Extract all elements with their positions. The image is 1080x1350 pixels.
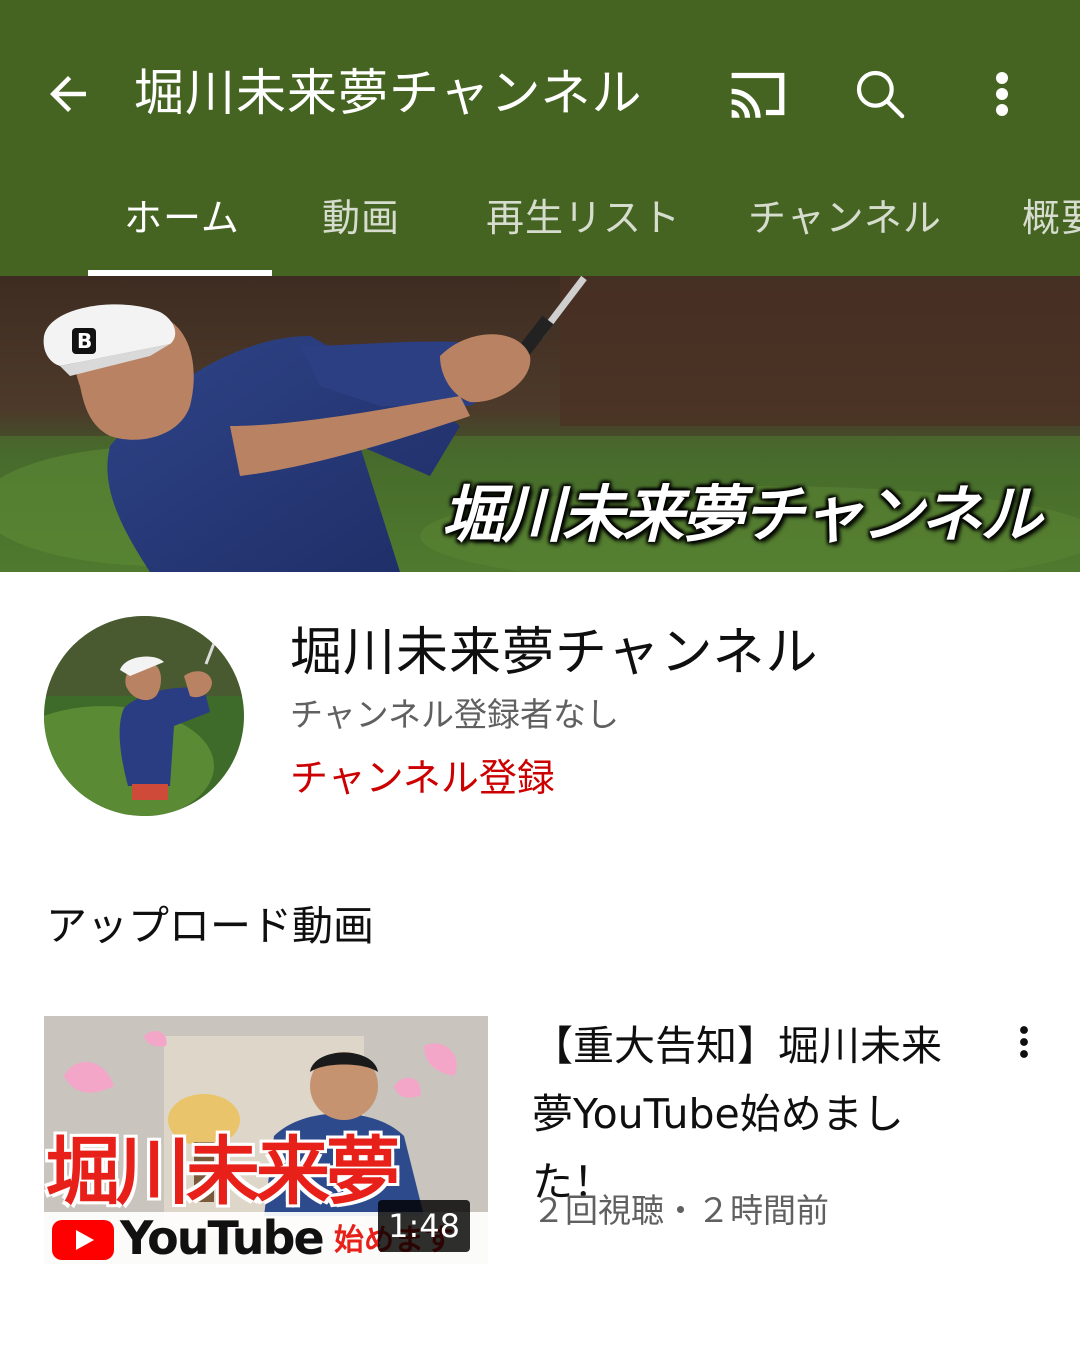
channel-tabs: ホーム 動画 再生リスト チャンネル 概要 xyxy=(0,170,1080,276)
cast-button[interactable] xyxy=(724,62,792,126)
search-button[interactable] xyxy=(848,62,912,126)
subscriber-count: チャンネル登録者なし xyxy=(290,695,620,734)
arrow-back-icon xyxy=(50,76,86,112)
tab-home[interactable]: ホーム xyxy=(124,186,240,250)
app-bar: 堀川未来夢チャンネル ホーム 動画 再生リスト チャンネル 概要 xyxy=(0,0,1080,276)
tab-playlists[interactable]: 再生リスト xyxy=(486,186,681,250)
tab-channels[interactable]: チャンネル xyxy=(748,186,942,250)
video-list-item[interactable]: 堀川未来夢 YouTube 始めます 1:48 【重大告知】堀川未来夢YouTu… xyxy=(0,1012,1080,1272)
banner-title: 堀川未来夢チャンネル xyxy=(442,478,1042,551)
app-bar-title: 堀川未来夢チャンネル xyxy=(134,64,643,122)
tab-videos[interactable]: 動画 xyxy=(322,186,400,250)
video-duration-badge: 1:48 xyxy=(378,1200,470,1252)
search-icon xyxy=(856,70,905,119)
thumbnail-youtube-word: YouTube xyxy=(120,1211,325,1264)
video-meta: ２回視聴・２時間前 xyxy=(532,1191,829,1230)
uploads-section-title[interactable]: アップロード動画 xyxy=(46,898,374,954)
more-vert-icon xyxy=(996,72,1008,116)
thumbnail-title-text: 堀川未来夢 xyxy=(46,1129,400,1215)
cast-icon xyxy=(731,72,785,118)
subscribe-button[interactable]: チャンネル登録 xyxy=(290,752,555,804)
tab-about[interactable]: 概要 xyxy=(1022,186,1080,250)
svg-text:B: B xyxy=(77,329,92,353)
more-options-button[interactable] xyxy=(976,62,1028,126)
video-more-button[interactable] xyxy=(1000,1014,1048,1070)
back-button[interactable] xyxy=(36,62,100,126)
more-vert-icon xyxy=(1020,1026,1028,1058)
channel-avatar[interactable] xyxy=(44,616,244,816)
youtube-logo-icon xyxy=(52,1220,114,1260)
video-thumbnail[interactable]: 堀川未来夢 YouTube 始めます 1:48 xyxy=(44,1016,488,1264)
avatar-photo xyxy=(44,616,244,816)
channel-name: 堀川未来夢チャンネル xyxy=(290,623,819,683)
video-title[interactable]: 【重大告知】堀川未来夢YouTube始めました！ xyxy=(532,1012,962,1216)
channel-banner: B 堀川未来夢チャンネル xyxy=(0,276,1080,572)
